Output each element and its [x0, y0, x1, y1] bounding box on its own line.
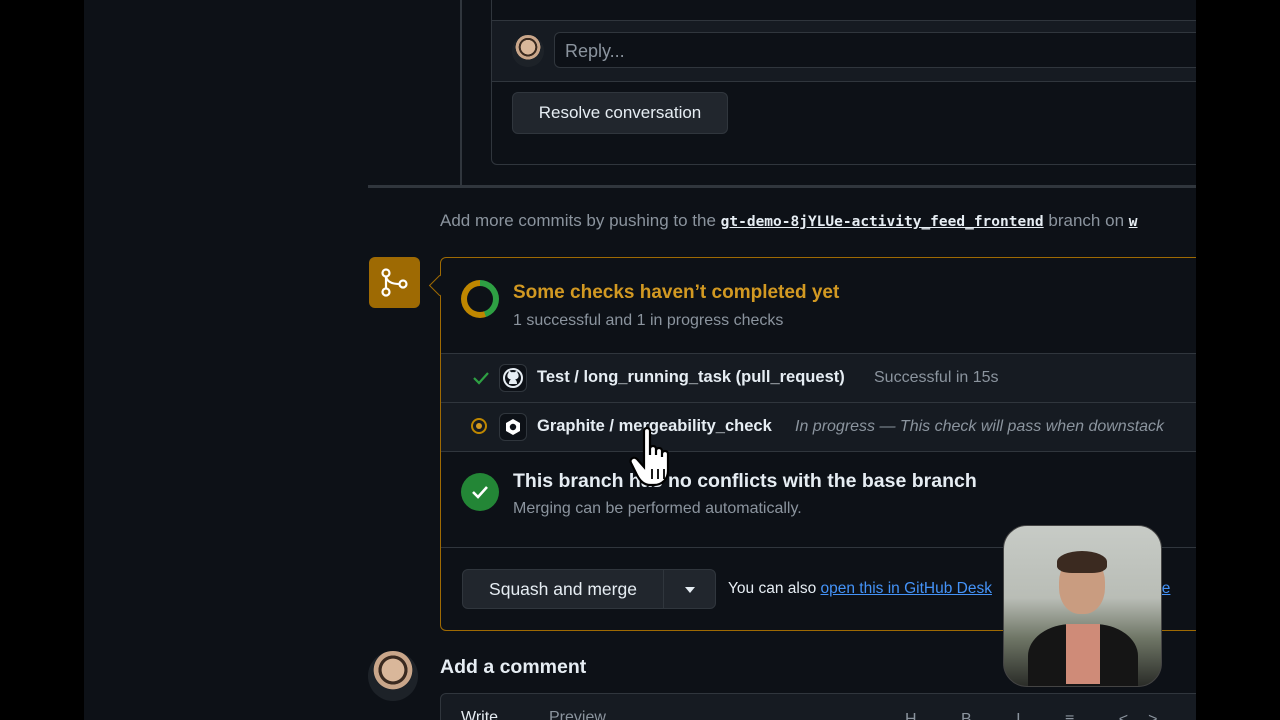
- pending-dot-icon: [471, 418, 487, 434]
- review-thread: Reply... Resolve conversation: [491, 0, 1196, 165]
- reply-row: Reply...: [492, 20, 1196, 82]
- github-icon: [499, 364, 527, 392]
- tab-preview[interactable]: Preview: [549, 709, 606, 720]
- check-row[interactable]: Graphite / mergeability_check In progres…: [441, 402, 1196, 451]
- check-circle-icon: [461, 473, 499, 511]
- branch-name[interactable]: gt-demo-8jYLUe-activity_feed_frontend: [721, 214, 1044, 230]
- add-comment-title: Add a comment: [440, 656, 587, 678]
- checks-title: Some checks haven’t completed yet: [513, 282, 840, 303]
- push-commits-note: Add more commits by pushing to the gt-de…: [440, 211, 1138, 231]
- tab-write[interactable]: Write: [461, 709, 498, 720]
- presenter-hair: [1057, 551, 1107, 573]
- webcam-overlay: [1003, 525, 1162, 687]
- checks-progress-icon: [461, 280, 499, 318]
- timeline-divider: [368, 185, 1196, 188]
- check-mark-icon: [471, 368, 491, 388]
- github-desktop-link[interactable]: open this in GitHub Desk: [821, 580, 992, 597]
- check-status: Successful in 15s: [874, 369, 999, 386]
- push-note-prefix: Add more commits by pushing to the: [440, 211, 716, 230]
- avatar: [368, 651, 418, 701]
- check-name: Test / long_running_task (pull_request): [537, 368, 845, 386]
- reply-input[interactable]: Reply...: [554, 32, 1196, 68]
- repo-name[interactable]: w: [1129, 214, 1138, 230]
- push-note-suffix: branch on: [1048, 211, 1125, 230]
- presenter-shirt: [1066, 624, 1100, 684]
- hand-cursor-icon: [628, 425, 688, 489]
- git-merge-icon: [369, 257, 420, 308]
- avatar: [512, 35, 544, 67]
- squash-and-merge-button[interactable]: Squash and merge: [462, 569, 716, 609]
- checks-summary: 1 successful and 1 in progress checks: [513, 312, 784, 329]
- conflict-subtitle: Merging can be performed automatically.: [513, 500, 802, 517]
- also-prefix: You can also: [728, 580, 817, 597]
- graphite-icon: [499, 413, 527, 441]
- check-row[interactable]: Test / long_running_task (pull_request) …: [441, 353, 1196, 402]
- resolve-conversation-button[interactable]: Resolve conversation: [512, 92, 728, 134]
- squash-and-merge-label[interactable]: Squash and merge: [463, 570, 664, 608]
- formatting-toolbar[interactable]: H B I ≡ <> ⛓ ⋮≡: [905, 709, 1196, 720]
- check-status: In progress — This check will pass when …: [795, 418, 1165, 435]
- conflict-title: This branch has no conflicts with the ba…: [513, 470, 977, 492]
- comment-editor: Write Preview H B I ≡ <> ⛓ ⋮≡: [440, 693, 1196, 720]
- chevron-down-icon[interactable]: [663, 570, 717, 608]
- timeline-line: [460, 0, 462, 186]
